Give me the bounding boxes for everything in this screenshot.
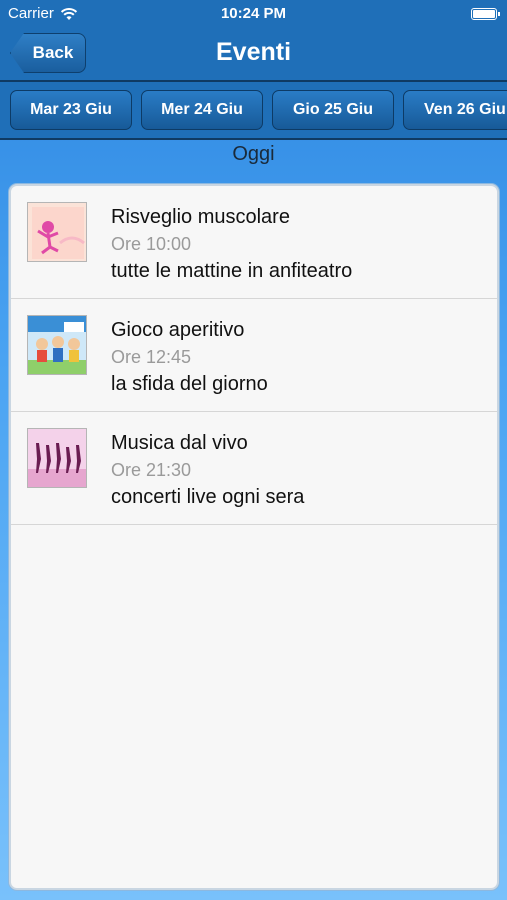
date-tab-label: Gio 25 Giu bbox=[292, 101, 373, 118]
event-title: Gioco aperitivo bbox=[111, 319, 245, 341]
status-bar: Carrier 10:24 PM bbox=[0, 0, 507, 28]
navigation-bar: Back Eventi bbox=[0, 28, 507, 80]
events-list: Risveglio muscolare Ore 10:00 tutte le m… bbox=[9, 184, 499, 890]
event-row[interactable]: Risveglio muscolare Ore 10:00 tutte le m… bbox=[11, 186, 497, 299]
status-time: 10:24 PM bbox=[220, 5, 287, 22]
dancers-thumbnail bbox=[27, 428, 87, 488]
date-tab-label: Mar 23 Giu bbox=[30, 101, 112, 118]
stretching-thumbnail bbox=[27, 202, 87, 262]
children-game-thumbnail bbox=[27, 315, 87, 375]
event-row[interactable]: Gioco aperitivo Ore 12:45 la sfida del g… bbox=[11, 299, 497, 412]
date-tab-ven-26[interactable]: Ven 26 Giu bbox=[403, 90, 507, 130]
section-title: Oggi bbox=[232, 143, 275, 165]
event-description: concerti live ogni sera bbox=[111, 486, 305, 508]
tabs-divider bbox=[0, 138, 507, 140]
event-time: Ore 12:45 bbox=[111, 347, 192, 367]
screen: Carrier 10:24 PM Back Eventi Mar 23 Giu … bbox=[0, 0, 507, 900]
event-description: tutte le mattine in anfiteatro bbox=[111, 260, 353, 282]
date-tab-mar-23[interactable]: Mar 23 Giu bbox=[10, 90, 132, 130]
date-tab-gio-25[interactable]: Gio 25 Giu bbox=[272, 90, 394, 130]
event-title: Risveglio muscolare bbox=[111, 206, 290, 228]
page-title: Eventi bbox=[215, 38, 292, 66]
date-tabs[interactable]: Mar 23 Giu Mer 24 Giu Gio 25 Giu Ven 26 … bbox=[0, 82, 507, 138]
date-tab-label: Mer 24 Giu bbox=[161, 101, 243, 118]
date-tab-mer-24[interactable]: Mer 24 Giu bbox=[141, 90, 263, 130]
event-row[interactable]: Musica dal vivo Ore 21:30 concerti live … bbox=[11, 412, 497, 525]
event-title: Musica dal vivo bbox=[111, 432, 248, 454]
event-description: la sfida del giorno bbox=[111, 373, 268, 395]
date-tab-label: Ven 26 Giu bbox=[424, 101, 506, 118]
battery-icon bbox=[471, 8, 500, 20]
event-time: Ore 10:00 bbox=[111, 234, 192, 254]
event-time: Ore 21:30 bbox=[111, 460, 192, 480]
